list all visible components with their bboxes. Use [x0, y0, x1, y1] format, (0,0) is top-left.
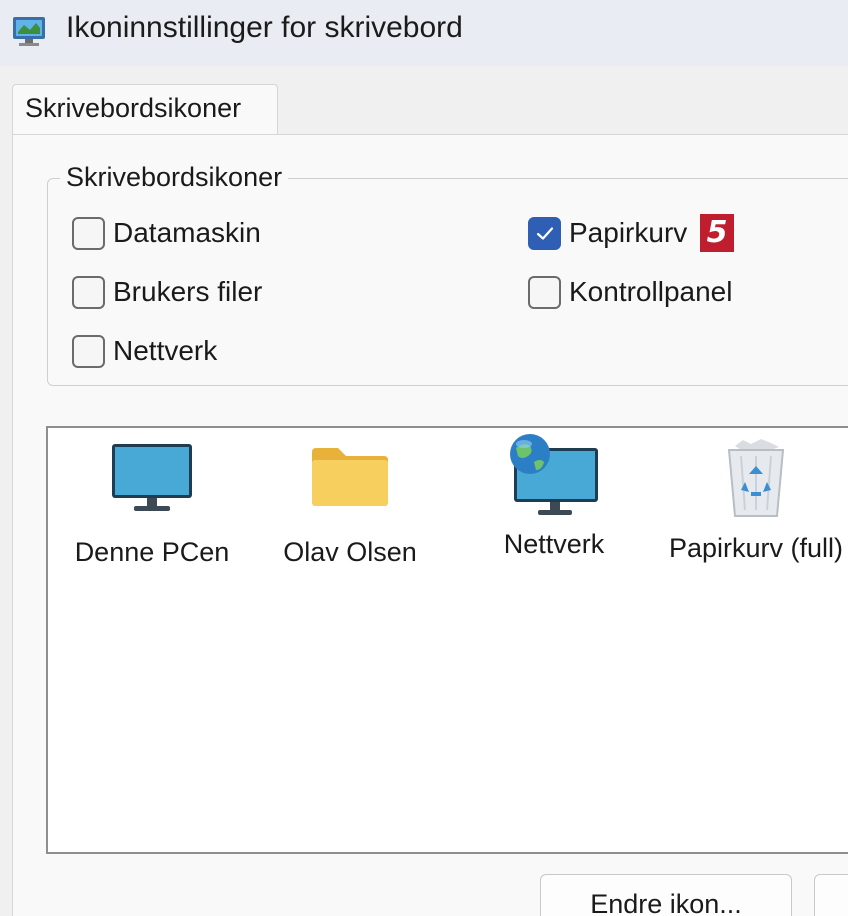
checkbox-user-files[interactable]: Brukers filer — [72, 275, 262, 309]
checkbox-control-panel[interactable]: Kontrollpanel — [528, 275, 732, 309]
icon-label: Papirkurv (full) — [668, 533, 844, 563]
checkbox-box[interactable] — [72, 216, 105, 250]
folder-icon — [260, 442, 440, 519]
tab-strip: Skrivebordsikoner — [0, 66, 848, 136]
checkbox-network[interactable]: Nettverk — [72, 334, 217, 368]
display-settings-icon — [10, 12, 50, 52]
monitor-icon — [62, 442, 242, 519]
checkbox-computer[interactable]: Datamaskin — [72, 216, 261, 250]
checkbox-label: Nettverk — [113, 335, 218, 366]
tab-desktop-icons[interactable]: Skrivebordsikoner — [12, 84, 278, 136]
checkbox-recycle-bin[interactable]: Papirkurv — [528, 216, 687, 250]
groupbox-legend: Skrivebordsikoner — [60, 160, 289, 194]
checkbox-box[interactable] — [72, 275, 105, 309]
icon-label: Olav Olsen — [283, 537, 417, 567]
icon-label: Nettverk — [503, 529, 605, 559]
checkbox-box[interactable] — [72, 334, 105, 368]
checkbox-box[interactable] — [528, 275, 561, 309]
checkbox-box-checked[interactable] — [528, 216, 561, 250]
restore-default-button[interactable] — [814, 874, 848, 916]
window-title: Ikoninnstillinger for skrivebord — [66, 11, 463, 44]
recycle-bin-full-icon — [656, 438, 848, 523]
list-item-this-pc[interactable]: Denne PCen — [62, 442, 242, 569]
title-bar: Ikoninnstillinger for skrivebord — [0, 0, 848, 66]
network-globe-icon — [464, 432, 644, 521]
checkbox-label: Kontrollpanel — [569, 276, 733, 307]
checkbox-label: Brukers filer — [113, 276, 263, 307]
checkbox-label: Datamaskin — [113, 217, 261, 248]
change-icon-button[interactable]: Endre ikon... — [540, 874, 792, 916]
list-item-recycle-bin[interactable]: Papirkurv (full) — [656, 438, 848, 565]
list-item-user-folder[interactable]: Olav Olsen — [260, 442, 440, 569]
checkmark-icon — [536, 226, 554, 240]
step-number-badge: 5 — [700, 214, 734, 252]
list-item-network[interactable]: Nettverk — [464, 432, 644, 561]
icon-label: Denne PCen — [74, 537, 230, 567]
checkbox-label: Papirkurv — [569, 217, 688, 248]
